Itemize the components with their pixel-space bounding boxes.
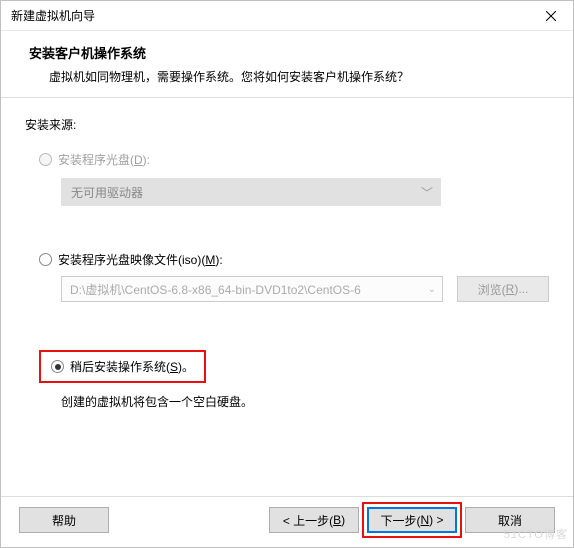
cancel-button[interactable]: 取消 <box>465 507 555 533</box>
help-button[interactable]: 帮助 <box>19 507 109 533</box>
disc-dropdown-text: 无可用驱动器 <box>71 184 143 201</box>
radio-iso-label: 安装程序光盘映像文件(iso)(M): <box>58 251 223 268</box>
next-button[interactable]: 下一步(N) > <box>367 507 457 533</box>
radio-group: 安装程序光盘(D): 无可用驱动器 ﹀ 安装程序光盘映像文件(iso)(M): … <box>39 151 549 410</box>
titlebar: 新建虚拟机向导 <box>1 1 573 31</box>
radio-disc[interactable]: 安装程序光盘(D): <box>39 151 549 168</box>
option-iso: 安装程序光盘映像文件(iso)(M): D:\虚拟机\CentOS-6.8-x8… <box>39 251 549 302</box>
close-icon <box>546 11 556 21</box>
radio-later-label: 稍后安装操作系统(S)。 <box>70 358 194 375</box>
option-later-note: 创建的虚拟机将包含一个空白硬盘。 <box>61 393 549 410</box>
radio-iso[interactable]: 安装程序光盘映像文件(iso)(M): <box>39 251 549 268</box>
window-title: 新建虚拟机向导 <box>11 7 528 24</box>
radio-icon <box>39 153 52 166</box>
browse-button[interactable]: 浏览(R)... <box>457 276 549 302</box>
radio-later[interactable]: 稍后安装操作系统(S)。 <box>51 358 194 375</box>
header: 安装客户机操作系统 虚拟机如同物理机，需要操作系统。您将如何安装客户机操作系统？ <box>1 31 573 98</box>
iso-path-combo[interactable]: D:\虚拟机\CentOS-6.8-x86_64-bin-DVD1to2\Cen… <box>61 276 443 302</box>
option-later-highlight: 稍后安装操作系统(S)。 <box>39 350 206 383</box>
iso-path-text: D:\虚拟机\CentOS-6.8-x86_64-bin-DVD1to2\Cen… <box>70 281 361 298</box>
page-title: 安装客户机操作系统 <box>29 43 573 62</box>
source-label: 安装来源: <box>25 116 549 133</box>
close-button[interactable] <box>528 1 573 31</box>
radio-icon <box>51 360 64 373</box>
option-disc: 安装程序光盘(D): 无可用驱动器 ﹀ <box>39 151 549 206</box>
iso-row: D:\虚拟机\CentOS-6.8-x86_64-bin-DVD1to2\Cen… <box>61 276 549 302</box>
page-subtitle: 虚拟机如同物理机，需要操作系统。您将如何安装客户机操作系统？ <box>29 68 573 85</box>
footer: 帮助 < 上一步(B) 下一步(N) > 取消 <box>1 496 573 547</box>
content-area: 安装来源: 安装程序光盘(D): 无可用驱动器 ﹀ 安装程序光盘映像文件(iso… <box>1 98 573 496</box>
wizard-dialog: 新建虚拟机向导 安装客户机操作系统 虚拟机如同物理机，需要操作系统。您将如何安装… <box>0 0 574 548</box>
radio-icon <box>39 253 52 266</box>
option-later-wrap: 稍后安装操作系统(S)。 创建的虚拟机将包含一个空白硬盘。 <box>39 350 549 410</box>
chevron-down-icon: ⌄ <box>428 284 436 295</box>
radio-disc-label: 安装程序光盘(D): <box>58 151 150 168</box>
chevron-down-icon: ﹀ <box>421 184 433 201</box>
back-button[interactable]: < 上一步(B) <box>269 507 359 533</box>
disc-dropdown[interactable]: 无可用驱动器 ﹀ <box>61 178 441 206</box>
